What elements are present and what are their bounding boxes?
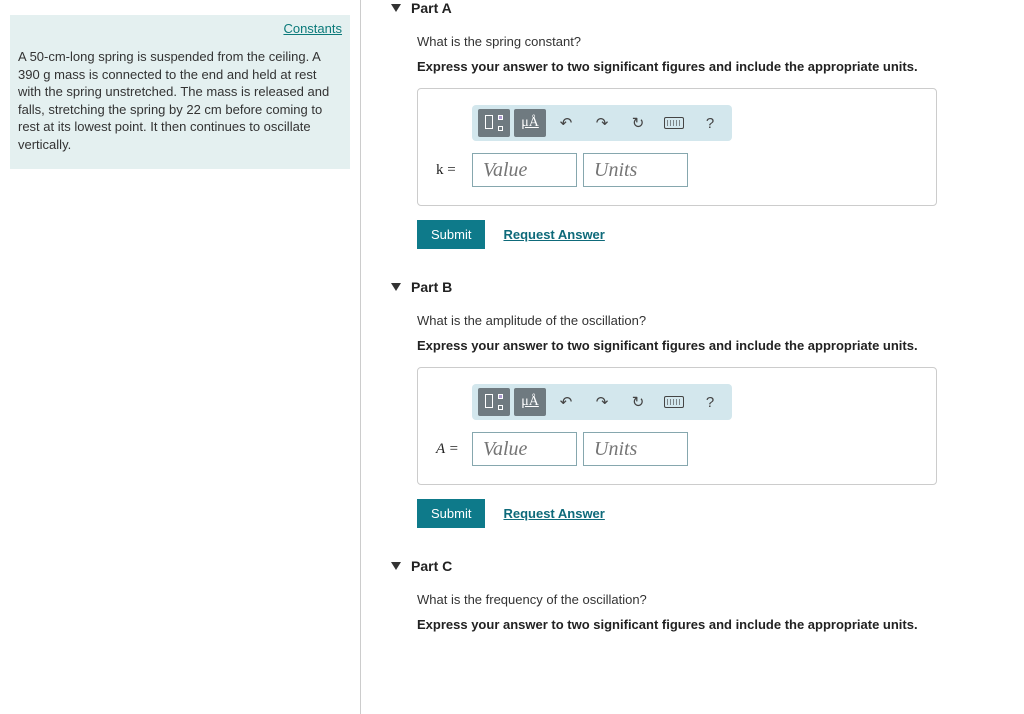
- part-a-question: What is the spring constant?: [417, 34, 1004, 49]
- reset-icon[interactable]: ↻: [622, 109, 654, 137]
- part-b-question: What is the amplitude of the oscillation…: [417, 313, 1004, 328]
- part-c-instruction: Express your answer to two significant f…: [417, 617, 1004, 632]
- keyboard-icon[interactable]: [658, 109, 690, 137]
- part-a-instruction: Express your answer to two significant f…: [417, 59, 1004, 74]
- part-b-value-input[interactable]: [472, 432, 577, 466]
- part-b-answer-row: A =: [436, 432, 918, 466]
- constants-link[interactable]: Constants: [283, 21, 342, 36]
- problem-statement: A 50-cm-long spring is suspended from th…: [10, 42, 350, 169]
- problem-sidebar: Constants A 50-cm-long spring is suspend…: [0, 0, 360, 714]
- part-c: Part C What is the frequency of the osci…: [391, 558, 1004, 632]
- symbols-button[interactable]: μÅ: [514, 109, 546, 137]
- keyboard-icon[interactable]: [658, 388, 690, 416]
- part-b-variable: A =: [436, 441, 466, 458]
- part-a-actions: Submit Request Answer: [417, 220, 1004, 249]
- part-b-request-answer[interactable]: Request Answer: [503, 506, 604, 521]
- part-a-toolbar: μÅ ↶ ↷ ↻ ?: [472, 105, 732, 141]
- part-a: Part A What is the spring constant? Expr…: [391, 0, 1004, 249]
- part-a-answer-row: k =: [436, 153, 918, 187]
- undo-icon[interactable]: ↶: [550, 388, 582, 416]
- redo-icon[interactable]: ↷: [586, 388, 618, 416]
- part-b-instruction: Express your answer to two significant f…: [417, 338, 1004, 353]
- main-content: Part A What is the spring constant? Expr…: [360, 0, 1024, 714]
- redo-icon[interactable]: ↷: [586, 109, 618, 137]
- part-b-units-input[interactable]: [583, 432, 688, 466]
- part-c-header[interactable]: Part C: [391, 558, 1004, 574]
- part-b-header[interactable]: Part B: [391, 279, 1004, 295]
- part-a-units-input[interactable]: [583, 153, 688, 187]
- chevron-down-icon: [391, 4, 401, 12]
- part-b-submit-button[interactable]: Submit: [417, 499, 485, 528]
- part-b-title: Part B: [411, 279, 452, 295]
- reset-icon[interactable]: ↻: [622, 388, 654, 416]
- constants-bar: Constants: [10, 15, 350, 42]
- chevron-down-icon: [391, 283, 401, 291]
- part-a-title: Part A: [411, 0, 452, 16]
- symbols-button[interactable]: μÅ: [514, 388, 546, 416]
- part-a-submit-button[interactable]: Submit: [417, 220, 485, 249]
- help-icon[interactable]: ?: [694, 109, 726, 137]
- part-a-value-input[interactable]: [472, 153, 577, 187]
- part-c-question: What is the frequency of the oscillation…: [417, 592, 1004, 607]
- part-b-toolbar: μÅ ↶ ↷ ↻ ?: [472, 384, 732, 420]
- part-b: Part B What is the amplitude of the osci…: [391, 279, 1004, 528]
- chevron-down-icon: [391, 562, 401, 570]
- part-b-actions: Submit Request Answer: [417, 499, 1004, 528]
- part-a-request-answer[interactable]: Request Answer: [503, 227, 604, 242]
- undo-icon[interactable]: ↶: [550, 109, 582, 137]
- part-a-variable: k =: [436, 162, 466, 179]
- templates-icon[interactable]: [478, 388, 510, 416]
- part-a-header[interactable]: Part A: [391, 0, 1004, 16]
- part-a-answer-box: μÅ ↶ ↷ ↻ ? k =: [417, 88, 937, 206]
- part-c-title: Part C: [411, 558, 452, 574]
- part-b-answer-box: μÅ ↶ ↷ ↻ ? A =: [417, 367, 937, 485]
- templates-icon[interactable]: [478, 109, 510, 137]
- help-icon[interactable]: ?: [694, 388, 726, 416]
